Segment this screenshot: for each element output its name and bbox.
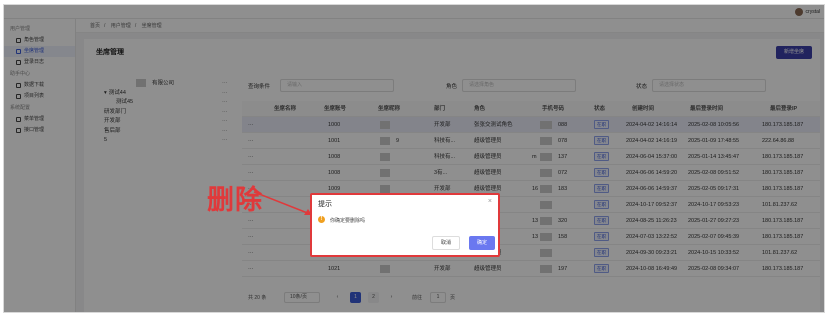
app-window: crystal 用户管理 角色管理 坐席管理 登录日志 助手中心 数据下载 项目列表 系统配置… bbox=[3, 4, 825, 313]
warning-icon: ! bbox=[318, 216, 325, 223]
annotation-arrow-icon bbox=[253, 191, 312, 215]
cancel-button[interactable]: 取消 bbox=[432, 236, 460, 250]
dialog-message: 你确定要删除吗 bbox=[330, 218, 366, 224]
modal-overlay[interactable] bbox=[4, 5, 824, 312]
close-icon[interactable]: × bbox=[488, 198, 492, 205]
confirm-dialog: 提示 × ! 你确定要删除吗 取消 确定 bbox=[310, 193, 500, 257]
dialog-title: 提示 bbox=[318, 201, 332, 208]
confirm-button[interactable]: 确定 bbox=[469, 236, 495, 250]
